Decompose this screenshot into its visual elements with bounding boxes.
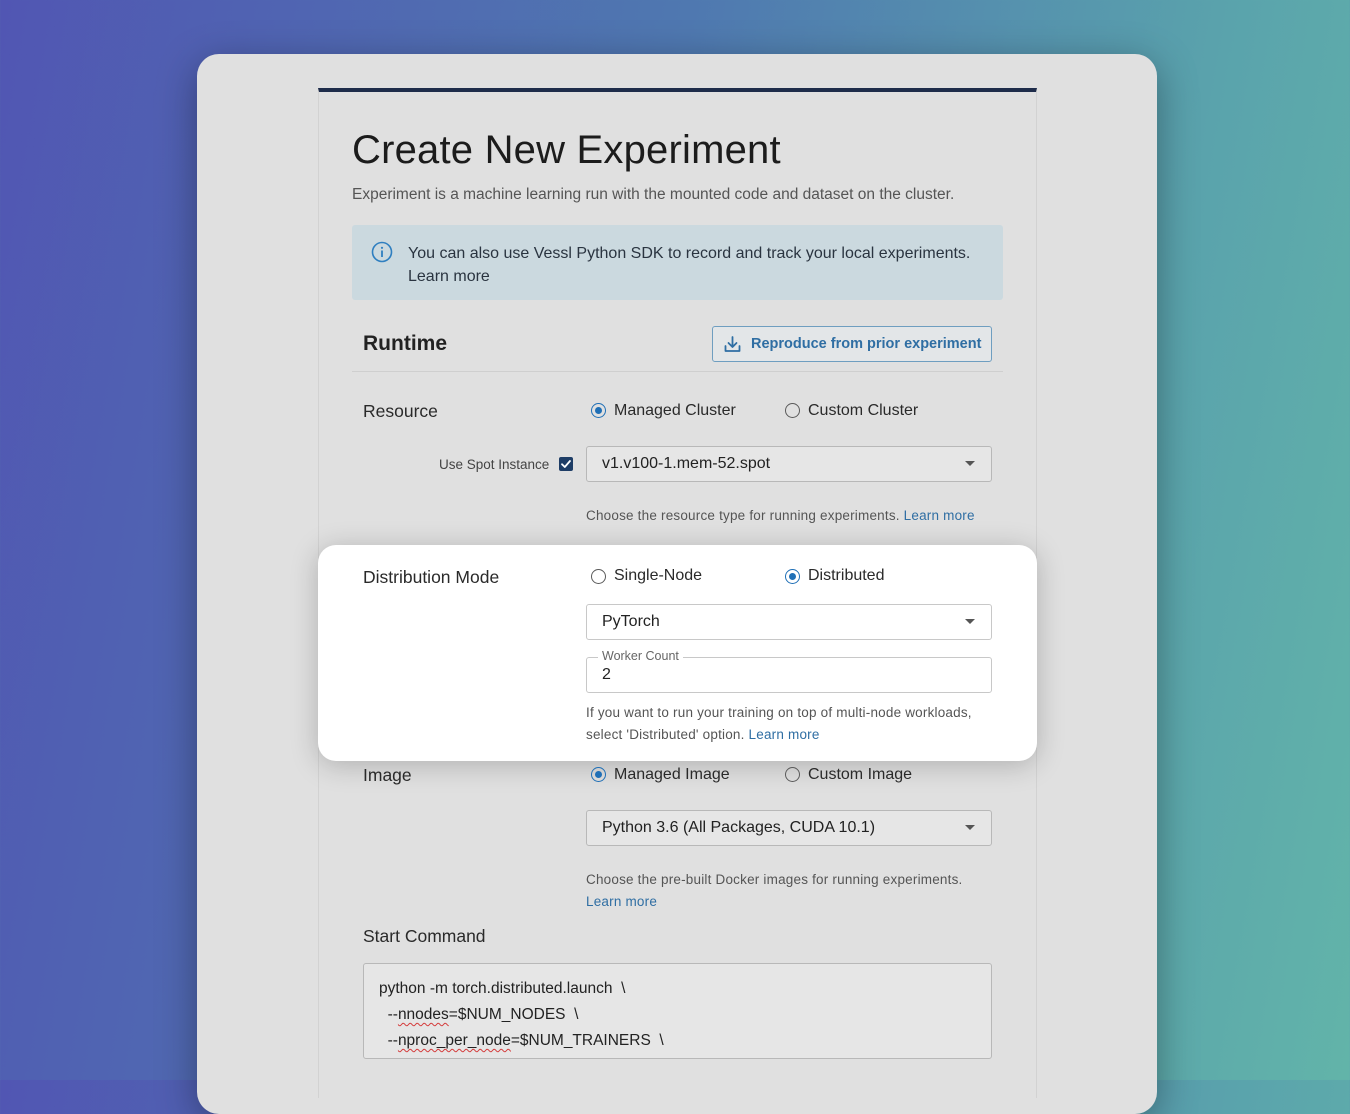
managed-image-label: Managed Image bbox=[614, 766, 730, 783]
image-learn-more-link[interactable]: Learn more bbox=[586, 894, 657, 909]
resource-select[interactable]: v1.v100-1.mem-52.spot bbox=[586, 446, 992, 482]
image-select-value: Python 3.6 (All Packages, CUDA 10.1) bbox=[602, 819, 876, 836]
spellcheck-word: nproc_per_node bbox=[397, 1032, 511, 1049]
start-command-label: Start Command bbox=[363, 926, 486, 946]
distribution-mode-label: Distribution Mode bbox=[363, 567, 500, 587]
resource-label: Resource bbox=[363, 401, 438, 421]
framework-select-value: PyTorch bbox=[602, 613, 660, 630]
distributed-radio[interactable] bbox=[785, 569, 800, 584]
resource-helper: Choose the resource type for running exp… bbox=[586, 508, 900, 523]
framework-select[interactable]: PyTorch bbox=[586, 604, 992, 640]
runtime-section-title: Runtime bbox=[363, 332, 447, 355]
command-text: =$NUM_TRAINERS \ bbox=[510, 1032, 664, 1049]
command-line: python -m torch.distributed.launch \ bbox=[379, 976, 991, 1002]
managed-cluster-radio[interactable] bbox=[591, 403, 606, 418]
custom-cluster-radio[interactable] bbox=[785, 403, 800, 418]
single-node-label: Single-Node bbox=[614, 567, 703, 584]
worker-count-label: Worker Count bbox=[598, 649, 683, 663]
resource-helper-text: Choose the resource type for running exp… bbox=[586, 505, 975, 527]
start-command-textarea[interactable]: python -m torch.distributed.launch \ --n… bbox=[363, 963, 992, 1059]
command-text: -- bbox=[379, 1006, 398, 1023]
custom-image-label: Custom Image bbox=[808, 766, 913, 783]
section-divider bbox=[352, 371, 1003, 372]
page-subtitle: Experiment is a machine learning run wit… bbox=[352, 186, 955, 203]
chevron-down-icon bbox=[965, 825, 975, 830]
managed-image-radio[interactable] bbox=[591, 767, 606, 782]
command-text: python -m torch.distributed.launch \ bbox=[379, 980, 626, 997]
distribution-helper-line2: select 'Distributed' option. bbox=[586, 727, 745, 742]
command-line: --nnodes=$NUM_NODES \ bbox=[379, 1002, 991, 1028]
info-learn-more-link[interactable]: Learn more bbox=[408, 268, 490, 285]
chevron-down-icon bbox=[965, 619, 975, 624]
info-icon bbox=[371, 241, 393, 263]
worker-count-field[interactable]: Worker Count 2 bbox=[586, 649, 992, 693]
info-message: You can also use Vessl Python SDK to rec… bbox=[408, 245, 971, 262]
worker-count-value: 2 bbox=[602, 666, 611, 683]
image-helper-text: Choose the pre-built Docker images for r… bbox=[586, 869, 962, 913]
resource-learn-more-link[interactable]: Learn more bbox=[904, 508, 975, 523]
image-helper: Choose the pre-built Docker images for r… bbox=[586, 872, 963, 887]
chevron-down-icon bbox=[965, 461, 975, 466]
checkmark-icon bbox=[561, 460, 571, 468]
managed-cluster-label: Managed Cluster bbox=[614, 402, 736, 419]
image-select[interactable]: Python 3.6 (All Packages, CUDA 10.1) bbox=[586, 810, 992, 846]
page-title: Create New Experiment bbox=[352, 128, 781, 172]
distribution-learn-more-link[interactable]: Learn more bbox=[749, 727, 820, 742]
info-banner-text: You can also use Vessl Python SDK to rec… bbox=[408, 242, 970, 288]
reproduce-button-label: Reproduce from prior experiment bbox=[751, 336, 982, 352]
download-icon bbox=[724, 335, 741, 352]
distribution-helper-line1: If you want to run your training on top … bbox=[586, 705, 972, 720]
command-line: --nproc_per_node=$NUM_TRAINERS \ bbox=[379, 1028, 991, 1054]
use-spot-instance-checkbox[interactable] bbox=[559, 457, 573, 471]
custom-cluster-label: Custom Cluster bbox=[808, 402, 919, 419]
image-label: Image bbox=[363, 765, 412, 785]
spellcheck-word: nnodes bbox=[397, 1006, 449, 1023]
custom-image-radio[interactable] bbox=[785, 767, 800, 782]
command-text: =$NUM_NODES \ bbox=[448, 1006, 579, 1023]
distributed-label: Distributed bbox=[808, 567, 885, 584]
command-text: -- bbox=[379, 1032, 398, 1049]
use-spot-instance-label: Use Spot Instance bbox=[439, 457, 550, 472]
reproduce-from-prior-experiment-button[interactable]: Reproduce from prior experiment bbox=[712, 326, 992, 362]
distribution-helper-text: If you want to run your training on top … bbox=[586, 702, 972, 746]
single-node-radio[interactable] bbox=[591, 569, 606, 584]
resource-select-value: v1.v100-1.mem-52.spot bbox=[602, 455, 771, 472]
